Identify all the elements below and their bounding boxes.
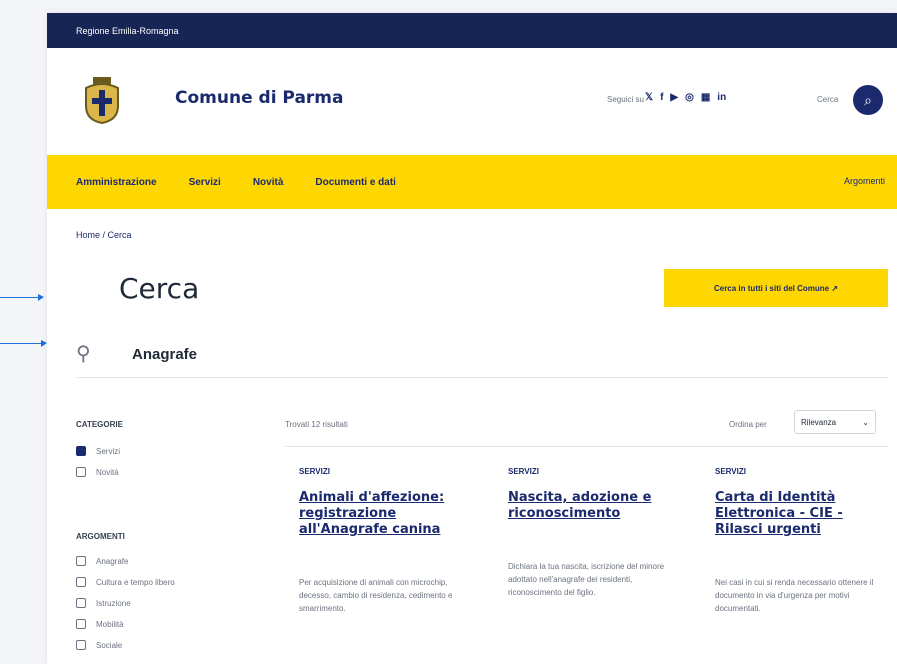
flickr-icon[interactable]: ▦: [701, 92, 710, 103]
checkbox[interactable]: [76, 556, 86, 566]
card-category[interactable]: SERVIZI: [299, 467, 474, 476]
filter-option[interactable]: Novità: [76, 467, 119, 477]
result-card[interactable]: SERVIZI Animali d'affezione: registrazio…: [299, 467, 474, 615]
sort-select[interactable]: Rilevanza ⌄: [794, 410, 876, 434]
card-description: Nei casi in cui si renda necessario otte…: [715, 578, 874, 613]
filter-option[interactable]: Anagrafe: [76, 556, 128, 566]
filter-option[interactable]: Cultura e tempo libero: [76, 577, 175, 587]
instagram-icon[interactable]: ◎: [685, 92, 694, 103]
facebook-icon[interactable]: f: [660, 92, 663, 103]
header-search-label: Cerca: [817, 95, 839, 104]
card-title-link[interactable]: Carta di Identità Elettronica - CIE - Ri…: [715, 490, 890, 538]
card-description: Dichiara la tua nascita, iscrizione del …: [508, 562, 665, 597]
page: Regione Emilia-Romagna Comune di Parma S…: [47, 13, 897, 664]
checkbox[interactable]: [76, 467, 86, 477]
search-icon: ⌕: [864, 91, 872, 108]
divider: [285, 446, 888, 447]
youtube-icon[interactable]: ▶: [670, 92, 678, 103]
filter-group-title: ARGOMENTI: [76, 532, 125, 541]
result-card[interactable]: SERVIZI Nascita, adozione e riconoscimen…: [508, 467, 683, 599]
filter-option[interactable]: Servizi: [76, 446, 120, 456]
region-link[interactable]: Regione Emilia-Romagna: [76, 26, 179, 36]
nav-item-amministrazione[interactable]: Amministrazione: [76, 177, 157, 188]
main-nav: Amministrazione Servizi Novità Documenti…: [47, 155, 897, 209]
filter-group-title: CATEGORIE: [76, 420, 123, 429]
card-category[interactable]: SERVIZI: [508, 467, 683, 476]
card-title-link[interactable]: Animali d'affezione: registrazione all'A…: [299, 490, 474, 538]
page-title: Cerca: [119, 272, 200, 305]
breadcrumb[interactable]: Home / Cerca: [76, 230, 132, 240]
filter-option[interactable]: Istruzione: [76, 598, 131, 608]
chevron-down-icon: ⌄: [862, 418, 869, 427]
nav-item-argomenti[interactable]: Argomenti: [844, 176, 885, 186]
sort-label: Ordina per: [729, 420, 767, 429]
nav-item-servizi[interactable]: Servizi: [189, 177, 221, 188]
result-card[interactable]: SERVIZI Carta di Identità Elettronica - …: [715, 467, 890, 615]
checkbox-checked[interactable]: [76, 446, 86, 456]
search-bar[interactable]: ⚲ Anagrafe: [76, 333, 888, 378]
header-search-button[interactable]: ⌕: [853, 85, 883, 115]
filter-option[interactable]: Mobilità: [76, 619, 124, 629]
card-category[interactable]: SERVIZI: [715, 467, 890, 476]
top-bar: Regione Emilia-Romagna: [47, 13, 897, 48]
annotation-arrow-search: [0, 340, 47, 347]
search-all-sites-button[interactable]: Cerca in tutti i siti del Comune ↗: [664, 269, 888, 307]
linkedin-icon[interactable]: in: [717, 92, 726, 103]
card-title-link[interactable]: Nascita, adozione e riconoscimento: [508, 490, 683, 522]
header: Comune di Parma Seguici su 𝕏 f ▶ ◎ ▦ in …: [47, 48, 897, 155]
social-links: 𝕏 f ▶ ◎ ▦ in: [645, 92, 726, 103]
search-input[interactable]: Anagrafe: [132, 346, 197, 363]
filter-option[interactable]: Sociale: [76, 640, 122, 650]
search-icon: ⚲: [76, 343, 91, 365]
follow-label: Seguici su: [607, 95, 644, 104]
annotation-arrow-title: [0, 294, 44, 301]
checkbox[interactable]: [76, 640, 86, 650]
twitter-icon[interactable]: 𝕏: [645, 92, 653, 103]
nav-item-novita[interactable]: Novità: [253, 177, 284, 188]
checkbox[interactable]: [76, 598, 86, 608]
checkbox[interactable]: [76, 577, 86, 587]
checkbox[interactable]: [76, 619, 86, 629]
result-count: Trovati 12 risultati: [285, 420, 348, 429]
card-description: Per acquisizione di animali con microchi…: [299, 578, 453, 613]
nav-item-documenti[interactable]: Documenti e dati: [315, 177, 396, 188]
city-crest-icon: [85, 77, 119, 124]
site-name[interactable]: Comune di Parma: [175, 88, 343, 108]
